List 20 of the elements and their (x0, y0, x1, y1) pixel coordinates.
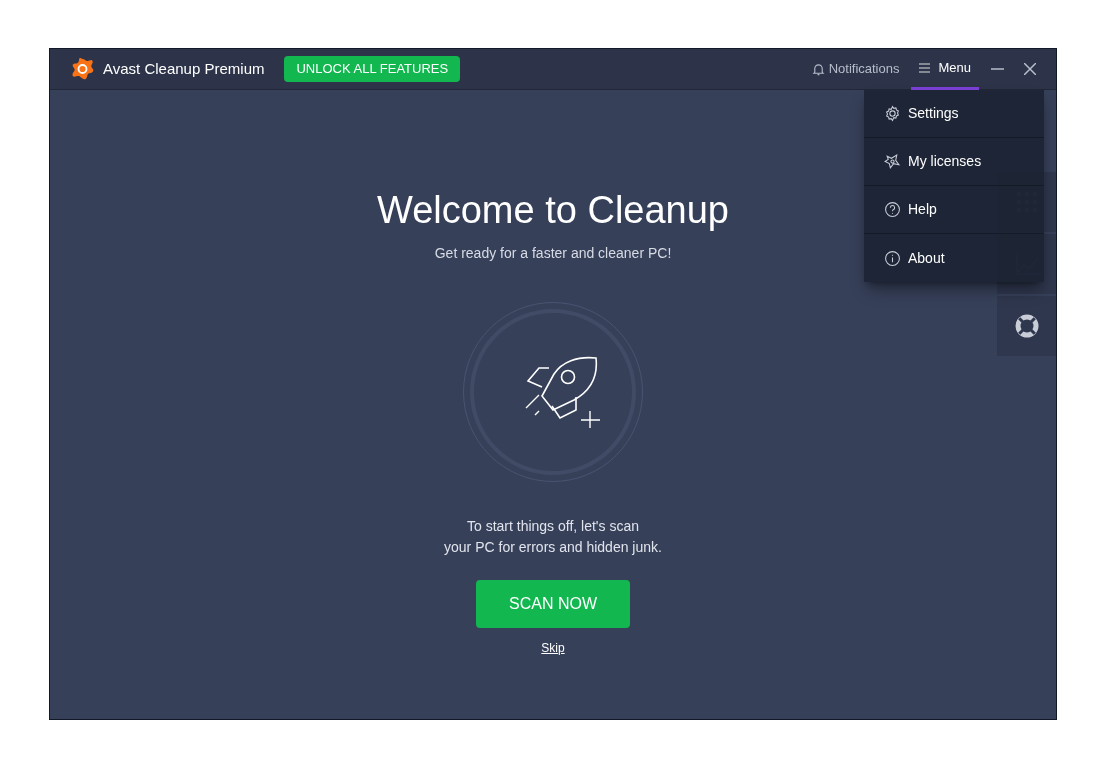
welcome-heading: Welcome to Cleanup (376, 188, 729, 233)
menu-item[interactable]: About (864, 234, 1044, 282)
skip-link[interactable]: Skip (541, 639, 565, 657)
intro-text: To start things off, let's scan your PC for errors and hidden junk. (444, 517, 662, 557)
welcome-subtitle: Get ready for a faster and cleaner PC! (434, 244, 672, 263)
gear-icon (884, 105, 901, 122)
menu-item[interactable]: Help (864, 186, 1044, 234)
side-tile[interactable] (997, 296, 1056, 356)
menu-item[interactable]: My licenses (864, 138, 1044, 186)
menu-icon (919, 62, 931, 73)
bell-icon (811, 62, 825, 76)
close-icon[interactable] (1024, 63, 1036, 75)
info-icon (884, 249, 901, 267)
app-title: Avast Cleanup Premium (103, 58, 265, 79)
splat-icon (884, 153, 901, 170)
question-icon (884, 201, 901, 218)
logo-icon (70, 57, 95, 81)
lifebuoy-icon (1014, 314, 1039, 338)
menu-item[interactable]: Settings (864, 90, 1044, 138)
notifications-button[interactable]: Notifications (811, 48, 900, 90)
